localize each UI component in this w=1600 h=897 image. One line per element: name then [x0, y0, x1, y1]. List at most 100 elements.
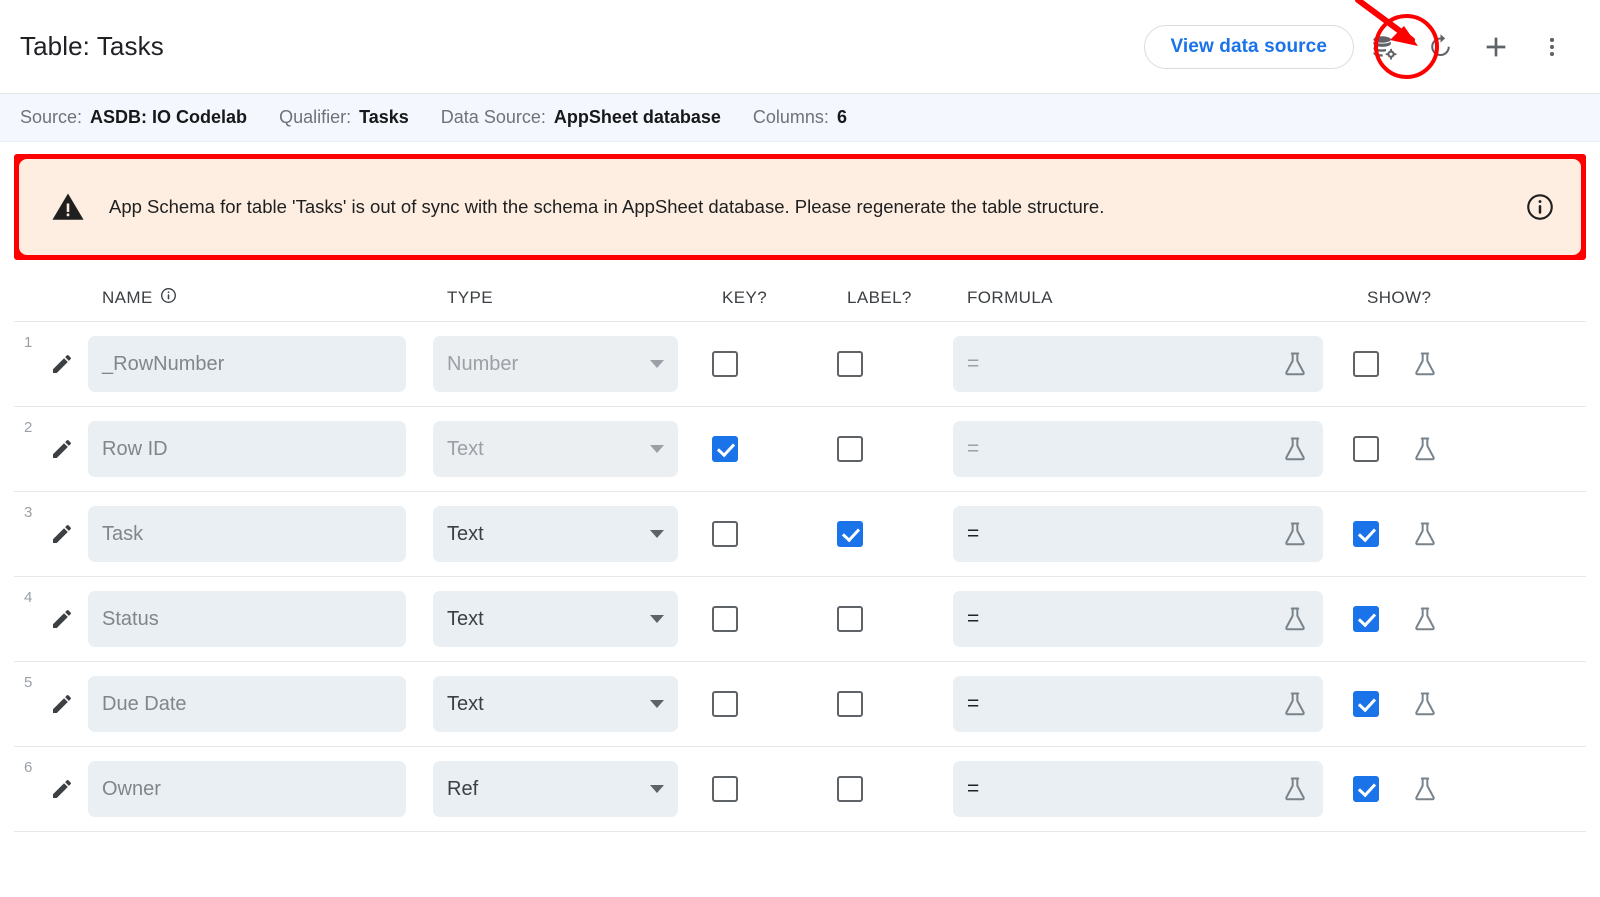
table-editor-page: Table: Tasks View data source: [0, 0, 1600, 897]
column-formula-input[interactable]: =: [953, 591, 1323, 647]
show-checkbox[interactable]: [1353, 776, 1379, 802]
row-number: 6: [24, 759, 32, 776]
column-type-value: Text: [447, 523, 484, 546]
flask-icon[interactable]: [1281, 605, 1309, 633]
show-checkbox[interactable]: [1353, 436, 1379, 462]
column-formula-input[interactable]: =: [953, 421, 1323, 477]
label-checkbox[interactable]: [837, 776, 863, 802]
edit-pencil-icon[interactable]: [50, 522, 74, 546]
flask-icon[interactable]: [1281, 520, 1309, 548]
flask-icon[interactable]: [1281, 690, 1309, 718]
show-flask-icon[interactable]: [1411, 605, 1439, 633]
data-source-value: AppSheet database: [554, 107, 721, 128]
column-type-select[interactable]: Text: [433, 506, 678, 562]
view-data-source-button[interactable]: View data source: [1144, 25, 1355, 69]
column-type-value: Text: [447, 438, 484, 461]
column-formula-input[interactable]: =: [953, 336, 1323, 392]
columns-value: 6: [837, 107, 847, 128]
column-type-select[interactable]: Number: [433, 336, 678, 392]
row-show-cell: [1353, 775, 1553, 803]
column-formula-input[interactable]: =: [953, 506, 1323, 562]
column-name-input[interactable]: Row ID: [88, 421, 406, 477]
row-show-cell: [1353, 435, 1553, 463]
add-icon: [1480, 31, 1512, 63]
label-checkbox[interactable]: [837, 351, 863, 377]
show-flask-icon[interactable]: [1411, 520, 1439, 548]
row-formula-cell: =: [953, 336, 1353, 392]
source-bar-group-data-source: Data Source: AppSheet database: [441, 107, 721, 128]
row-name-cell: Owner: [88, 761, 433, 817]
column-name-input[interactable]: _RowNumber: [88, 336, 406, 392]
row-show-cell: [1353, 350, 1553, 378]
row-type-cell: Text: [433, 506, 708, 562]
table-row: 2Row ID Text =: [14, 407, 1586, 492]
chevron-down-icon: [650, 785, 664, 793]
column-type-select[interactable]: Text: [433, 591, 678, 647]
page-header: Table: Tasks View data source: [0, 0, 1600, 94]
show-flask-icon[interactable]: [1411, 350, 1439, 378]
row-key-cell: [708, 351, 833, 377]
column-name-input[interactable]: Task: [88, 506, 406, 562]
edit-pencil-icon[interactable]: [50, 692, 74, 716]
show-flask-icon[interactable]: [1411, 435, 1439, 463]
column-formula-input[interactable]: =: [953, 676, 1323, 732]
show-flask-icon[interactable]: [1411, 690, 1439, 718]
show-checkbox[interactable]: [1353, 521, 1379, 547]
flask-icon[interactable]: [1281, 435, 1309, 463]
formula-value: =: [967, 777, 979, 801]
column-type-value: Ref: [447, 778, 478, 801]
database-settings-button[interactable]: [1358, 21, 1410, 73]
column-type-value: Number: [447, 353, 518, 376]
column-type-select[interactable]: Text: [433, 676, 678, 732]
more-options-button[interactable]: [1526, 21, 1578, 73]
column-formula-input[interactable]: =: [953, 761, 1323, 817]
row-type-cell: Text: [433, 676, 708, 732]
table-row: 4StatusText=: [14, 577, 1586, 662]
chevron-down-icon: [650, 445, 664, 453]
show-checkbox[interactable]: [1353, 351, 1379, 377]
source-bar-group-columns: Columns: 6: [753, 107, 847, 128]
key-checkbox[interactable]: [712, 351, 738, 377]
name-info-icon[interactable]: [160, 287, 177, 309]
header-name-label: NAME: [102, 288, 153, 308]
row-index-cell: 2: [14, 407, 88, 491]
row-index-cell: 3: [14, 492, 88, 576]
flask-icon[interactable]: [1281, 775, 1309, 803]
label-checkbox[interactable]: [837, 691, 863, 717]
formula-value: =: [967, 607, 979, 631]
show-flask-icon[interactable]: [1411, 775, 1439, 803]
edit-pencil-icon[interactable]: [50, 777, 74, 801]
formula-value: =: [967, 692, 979, 716]
key-checkbox[interactable]: [712, 521, 738, 547]
edit-pencil-icon[interactable]: [50, 352, 74, 376]
key-checkbox[interactable]: [712, 606, 738, 632]
label-checkbox[interactable]: [837, 606, 863, 632]
warning-banner: App Schema for table 'Tasks' is out of s…: [19, 159, 1581, 255]
column-name-input[interactable]: Owner: [88, 761, 406, 817]
row-number: 3: [24, 504, 32, 521]
info-icon[interactable]: [1525, 192, 1555, 222]
column-name-input[interactable]: Due Date: [88, 676, 406, 732]
regenerate-icon: [1425, 31, 1456, 62]
more-vert-icon: [1539, 34, 1565, 60]
row-key-cell: [708, 606, 833, 632]
key-checkbox[interactable]: [712, 436, 738, 462]
header-cell-label: LABEL?: [847, 288, 967, 308]
key-checkbox[interactable]: [712, 776, 738, 802]
label-checkbox[interactable]: [837, 436, 863, 462]
flask-icon[interactable]: [1281, 350, 1309, 378]
edit-pencil-icon[interactable]: [50, 437, 74, 461]
show-checkbox[interactable]: [1353, 691, 1379, 717]
label-checkbox[interactable]: [837, 521, 863, 547]
row-type-cell: Text: [433, 591, 708, 647]
show-checkbox[interactable]: [1353, 606, 1379, 632]
regenerate-button[interactable]: [1414, 21, 1466, 73]
row-label-cell: [833, 776, 953, 802]
row-number: 5: [24, 674, 32, 691]
key-checkbox[interactable]: [712, 691, 738, 717]
add-column-button[interactable]: [1470, 21, 1522, 73]
edit-pencil-icon[interactable]: [50, 607, 74, 631]
column-type-select[interactable]: Ref: [433, 761, 678, 817]
column-name-input[interactable]: Status: [88, 591, 406, 647]
column-type-select[interactable]: Text: [433, 421, 678, 477]
